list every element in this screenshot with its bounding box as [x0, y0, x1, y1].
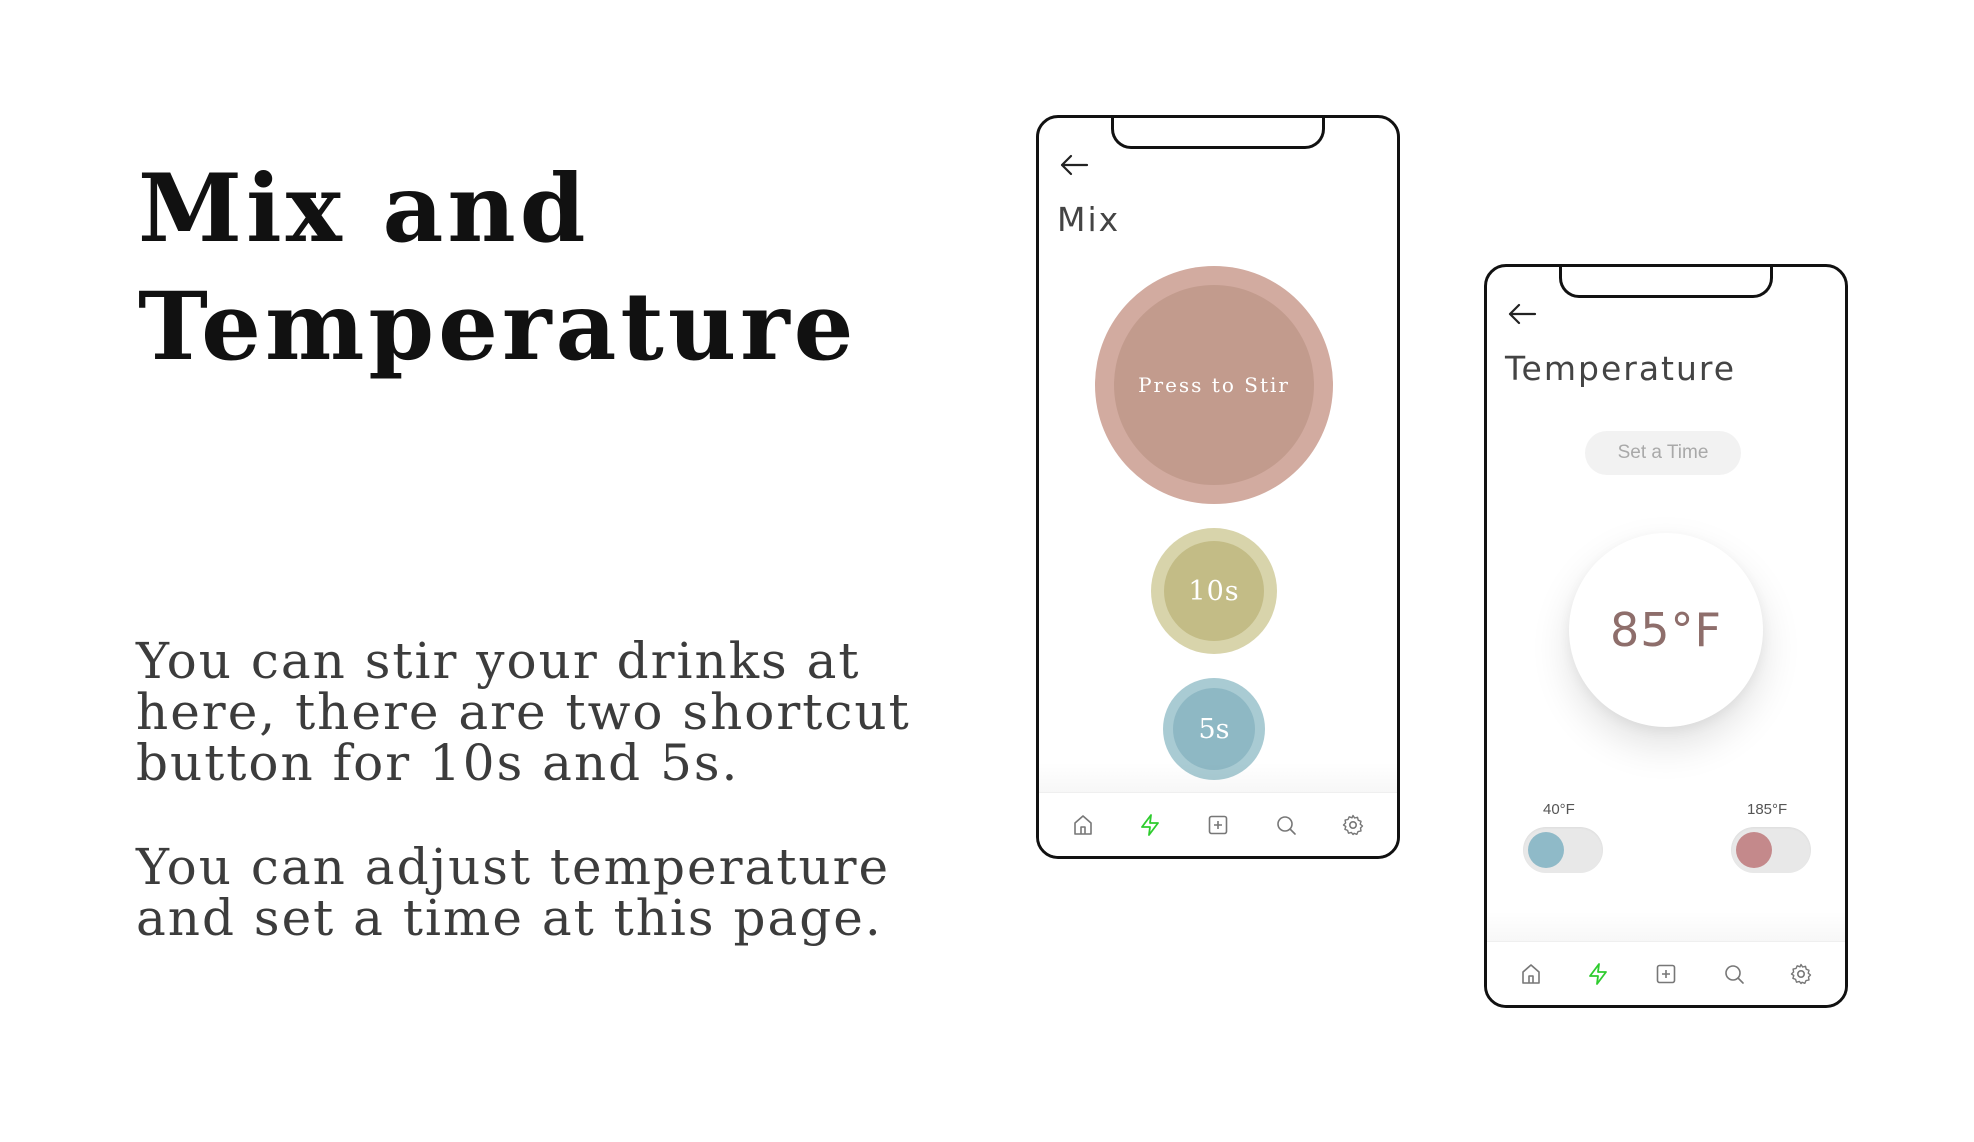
- press-to-stir-label: Press to Stir: [1114, 285, 1314, 485]
- mix-description-line2: here, there are two shortcut: [136, 683, 911, 741]
- add-square-icon[interactable]: [1204, 811, 1232, 839]
- min-temperature-label: 40°F: [1543, 801, 1575, 818]
- mix-description-line1: You can stir your drinks at: [136, 632, 861, 690]
- press-to-stir-button[interactable]: Press to Stir: [1095, 266, 1333, 504]
- slide-title-line2: Temperature: [138, 272, 858, 382]
- bottom-nav: [1039, 792, 1397, 856]
- max-temperature-toggle[interactable]: [1731, 827, 1811, 873]
- temperature-dial[interactable]: 85°F: [1569, 533, 1763, 727]
- max-temperature-label: 185°F: [1747, 801, 1788, 818]
- add-square-icon[interactable]: [1652, 960, 1680, 988]
- slide-title: Mix and Temperature: [138, 150, 938, 386]
- mix-description: You can stir your drinks at here, there …: [136, 636, 916, 789]
- home-icon[interactable]: [1069, 811, 1097, 839]
- home-icon[interactable]: [1517, 960, 1545, 988]
- mix-description-line3: button for 10s and 5s.: [136, 734, 740, 792]
- set-time-button[interactable]: Set a Time: [1585, 431, 1741, 475]
- temperature-phone-mockup: Temperature Set a Time 85°F 40°F 185°F: [1484, 264, 1848, 1008]
- temperature-description-line1: You can adjust temperature: [136, 838, 891, 896]
- min-temperature-toggle[interactable]: [1523, 827, 1603, 873]
- bottom-nav: [1487, 941, 1845, 1005]
- search-icon[interactable]: [1272, 811, 1300, 839]
- lightning-icon[interactable]: [1136, 811, 1164, 839]
- max-toggle-knob: [1736, 832, 1772, 868]
- settings-icon[interactable]: [1787, 960, 1815, 988]
- mix-screen-title: Mix: [1057, 200, 1121, 239]
- slide-title-line1: Mix and: [138, 154, 590, 264]
- phone-notch: [1111, 118, 1325, 149]
- back-arrow-icon[interactable]: [1507, 303, 1537, 325]
- lightning-icon[interactable]: [1584, 960, 1612, 988]
- back-arrow-icon[interactable]: [1059, 154, 1089, 176]
- phone-notch: [1559, 267, 1773, 298]
- search-icon[interactable]: [1720, 960, 1748, 988]
- settings-icon[interactable]: [1339, 811, 1367, 839]
- mix-phone-mockup: Mix Press to Stir 10s 5s: [1036, 115, 1400, 859]
- temperature-description-line2: and set a time at this page.: [136, 889, 883, 947]
- min-toggle-knob: [1528, 832, 1564, 868]
- temperature-description: You can adjust temperature and set a tim…: [136, 842, 916, 944]
- temperature-screen-title: Temperature: [1505, 349, 1737, 388]
- stir-5s-label: 5s: [1173, 688, 1255, 770]
- current-temperature: 85°F: [1610, 603, 1722, 657]
- stir-10s-button[interactable]: 10s: [1151, 528, 1277, 654]
- stir-10s-label: 10s: [1164, 541, 1264, 641]
